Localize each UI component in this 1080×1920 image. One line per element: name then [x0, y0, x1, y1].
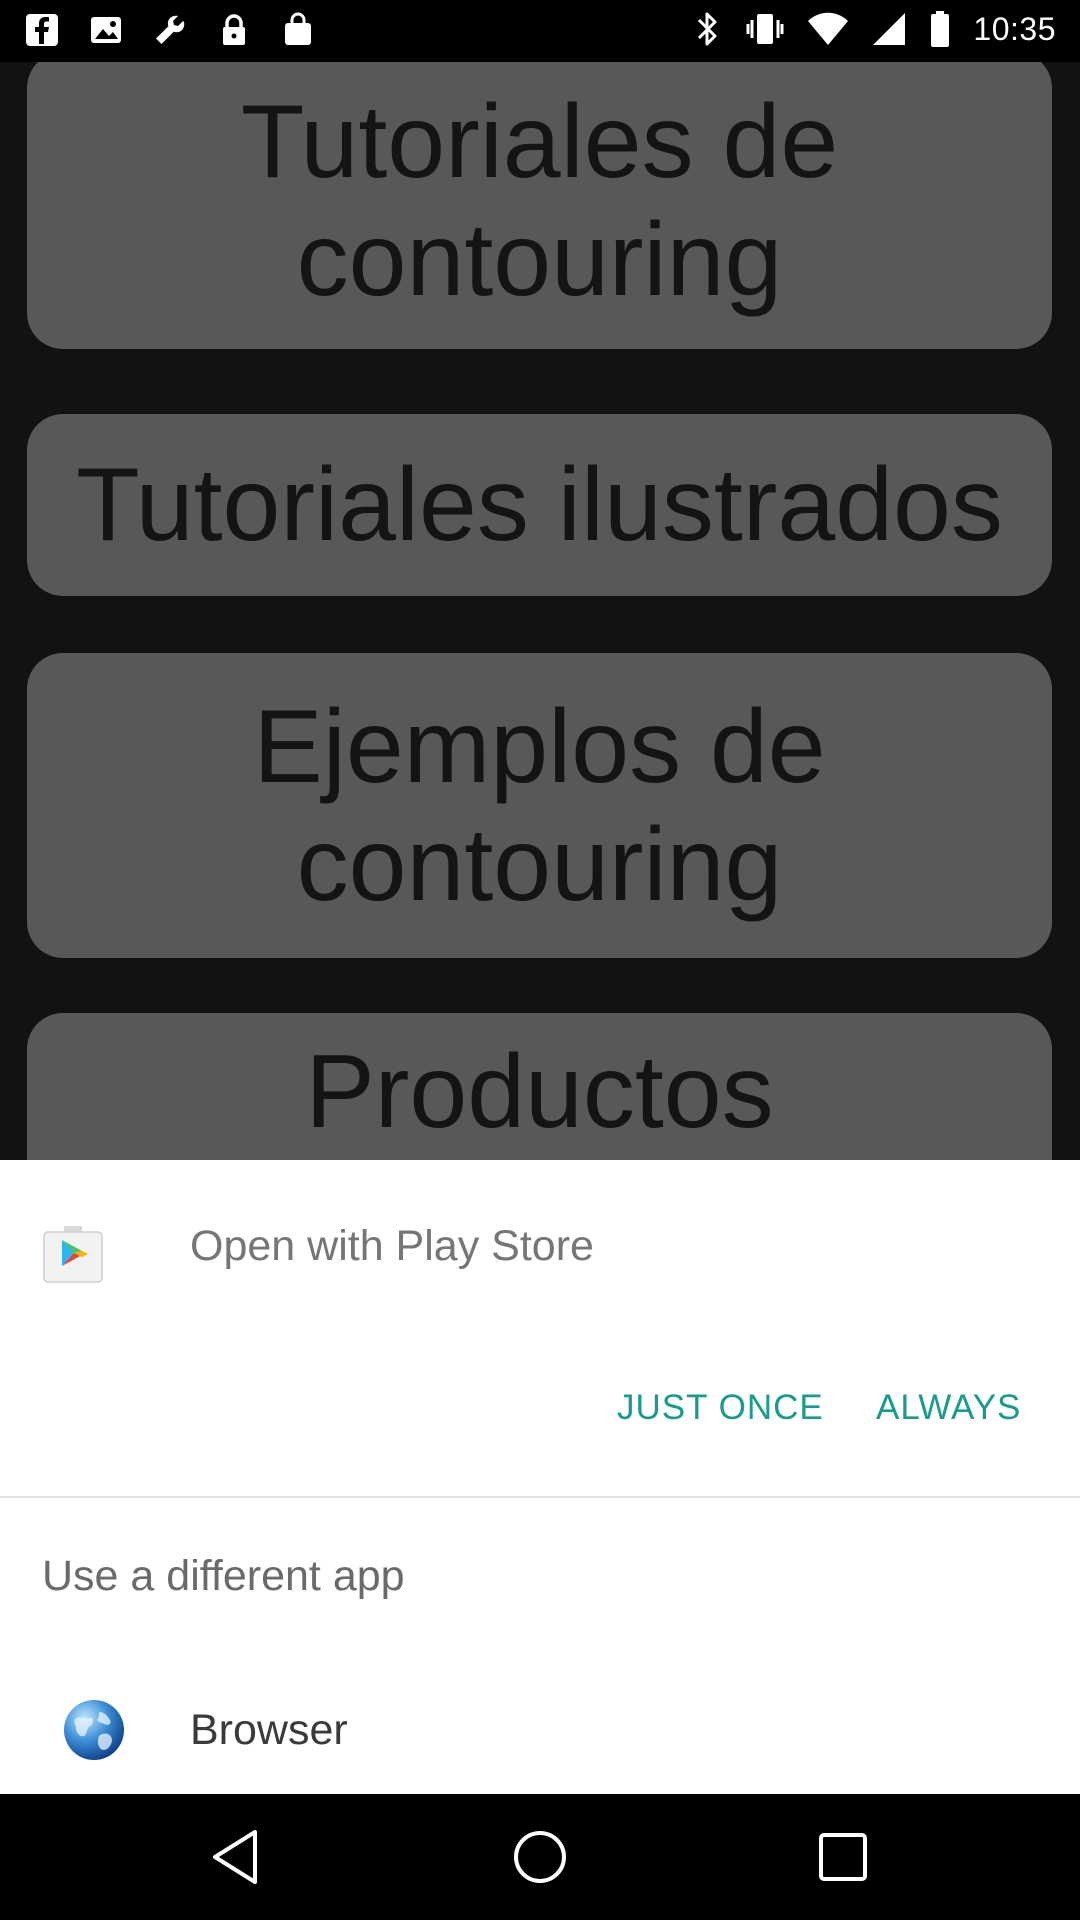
always-button[interactable]: ALWAYS — [876, 1388, 1021, 1428]
lock-icon — [216, 12, 252, 48]
facebook-icon — [24, 12, 60, 48]
open-with-title: Open with Play Store — [190, 1222, 594, 1270]
card-title-line1: Tutoriales de — [240, 83, 839, 200]
card-title-line1: Tutoriales ilustrados — [76, 447, 1003, 563]
divider — [0, 1496, 1080, 1498]
menu-card-tutoriales-de-contouring[interactable]: Tutoriales de contouring — [27, 62, 1052, 349]
card-title-line1: Productos — [305, 1034, 774, 1150]
card-title-line2: contouring — [296, 201, 783, 318]
back-icon[interactable] — [203, 1822, 273, 1892]
home-icon[interactable] — [505, 1822, 575, 1892]
app-chooser-sheet: Open with Play Store JUST ONCE ALWAYS Us… — [0, 1160, 1080, 1794]
menu-card-tutoriales-ilustrados[interactable]: Tutoriales ilustrados — [27, 414, 1052, 596]
menu-card-productos[interactable]: Productos — [27, 1013, 1052, 1160]
signal-icon — [871, 11, 907, 47]
wifi-icon — [807, 11, 849, 47]
image-icon — [88, 12, 124, 48]
browser-app-option[interactable]: Browser — [0, 1670, 1080, 1790]
clock: 10:35 — [973, 10, 1056, 47]
card-title-line2: contouring — [296, 806, 783, 923]
browser-label: Browser — [190, 1706, 348, 1754]
menu-card-ejemplos-de-contouring[interactable]: Ejemplos de contouring — [27, 653, 1052, 958]
navigation-bar — [0, 1794, 1080, 1920]
play-store-icon — [40, 1220, 106, 1286]
vibrate-icon — [745, 10, 785, 48]
card-title-line1: Ejemplos de — [253, 688, 826, 805]
status-bar: 10:35 — [0, 0, 1080, 62]
just-once-button[interactable]: JUST ONCE — [617, 1388, 824, 1428]
shopping-bag-icon — [280, 12, 316, 48]
app-background: Tutoriales de contouring Tutoriales ilus… — [0, 62, 1080, 1160]
bluetooth-icon — [693, 10, 723, 48]
battery-icon — [929, 10, 951, 48]
globe-icon — [62, 1698, 126, 1762]
open-with-row: Open with Play Store — [0, 1160, 1080, 1330]
wrench-icon — [152, 12, 188, 48]
recents-icon[interactable] — [808, 1822, 878, 1892]
use-different-app-heading: Use a different app — [42, 1552, 405, 1600]
